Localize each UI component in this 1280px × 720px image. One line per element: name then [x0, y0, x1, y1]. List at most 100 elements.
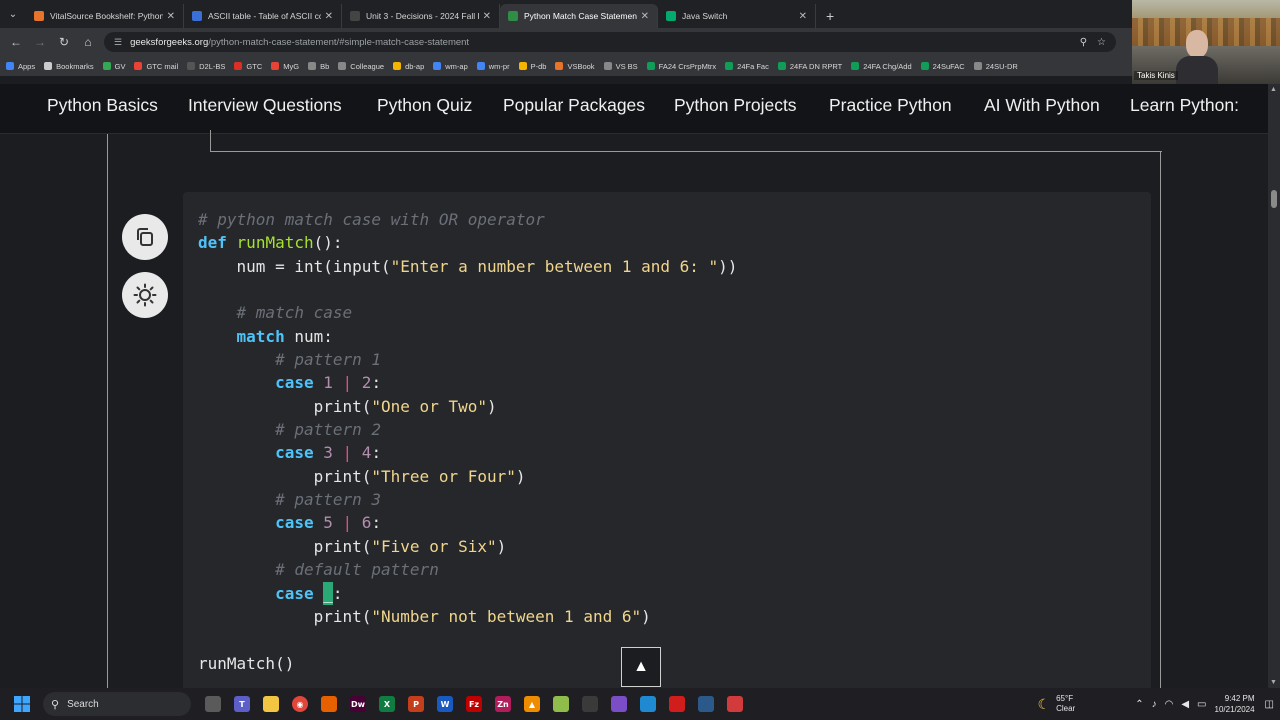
site-nav-item[interactable]: Python Projects: [674, 95, 797, 116]
new-tab-button[interactable]: +: [816, 4, 844, 28]
close-tab-icon[interactable]: ✕: [325, 11, 333, 22]
code-number: 1: [323, 373, 333, 393]
bookmark-item[interactable]: VSBook: [555, 62, 595, 71]
code-keyword: match: [236, 326, 285, 346]
bookmark-item[interactable]: wm-pr: [476, 62, 510, 71]
bookmark-item[interactable]: 24SuFAC: [920, 62, 965, 71]
chrome-taskbar-button[interactable]: ◉: [286, 690, 314, 718]
terminal-taskbar-button[interactable]: [576, 690, 604, 718]
notepad-plus-taskbar-button[interactable]: [547, 690, 575, 718]
clock[interactable]: 9:42 PM 10/21/2024: [1215, 693, 1255, 715]
chevron-up-icon[interactable]: ⌃: [1135, 699, 1143, 710]
vlc-taskbar-button[interactable]: ▲: [518, 690, 546, 718]
bookmark-item[interactable]: 24SU-DR: [973, 61, 1018, 71]
firefox-taskbar-button[interactable]: [315, 690, 343, 718]
taskbar-search[interactable]: ⚲ Search: [43, 692, 191, 716]
scroll-down-icon[interactable]: ▼: [1270, 679, 1277, 686]
site-nav-item[interactable]: Practice Python: [829, 95, 952, 116]
site-nav-item[interactable]: Learn Python:: [1130, 95, 1239, 116]
forward-icon[interactable]: →: [28, 30, 52, 54]
site-nav: Python Basics Interview Questions Python Q…: [0, 84, 1280, 134]
zoom-icon[interactable]: ⚲: [1080, 37, 1087, 48]
bookmarks-bar: Apps Bookmarks GV GTC mail D2L-BS GTC MyG Bb Col…: [0, 56, 1132, 76]
bookmark-item[interactable]: VS BS: [603, 62, 638, 71]
excel-taskbar-button[interactable]: X: [373, 690, 401, 718]
tab-search-icon[interactable]: ⌄: [0, 0, 26, 28]
copy-code-button[interactable]: [122, 214, 168, 260]
scrollbar-thumb[interactable]: [1271, 190, 1277, 208]
zoom-taskbar-button[interactable]: Zn: [489, 690, 517, 718]
url-text[interactable]: geeksforgeeks.org/python-match-case-stat…: [130, 37, 1070, 48]
dreamweaver-taskbar-button[interactable]: Dw: [344, 690, 372, 718]
bookmark-item[interactable]: wm-ap: [433, 62, 468, 71]
scroll-up-icon[interactable]: ▲: [1270, 86, 1277, 93]
theme-toggle-button[interactable]: [122, 272, 168, 318]
microphone-icon[interactable]: ♪: [1152, 699, 1157, 710]
site-nav-item[interactable]: Python Basics: [47, 95, 158, 116]
browser-tab[interactable]: ASCII table - Table of ASCII cod ✕: [184, 4, 342, 28]
snipping-tool-taskbar-button[interactable]: [692, 690, 720, 718]
browser-tab[interactable]: Java Switch ✕: [658, 4, 816, 28]
site-nav-item[interactable]: Python Quiz: [377, 95, 472, 116]
teams-taskbar-button[interactable]: T: [228, 690, 256, 718]
bookmark-item[interactable]: db-ap: [393, 62, 424, 71]
bookmark-favicon-icon: [920, 62, 929, 70]
site-nav-item[interactable]: AI With Python: [984, 95, 1100, 116]
volume-icon[interactable]: ◀: [1181, 699, 1189, 710]
code-text: print(: [313, 396, 372, 416]
close-tab-icon[interactable]: ✕: [641, 11, 649, 22]
weather-widget[interactable]: ☾ 65°F Clear: [1038, 694, 1076, 714]
notifications-icon[interactable]: ◫: [1265, 699, 1274, 710]
browser-tab[interactable]: VitalSource Bookshelf: Python f ✕: [26, 4, 184, 28]
code-text: print(: [313, 606, 372, 626]
close-tab-icon[interactable]: ✕: [167, 11, 175, 22]
address-bar[interactable]: ☰ geeksforgeeks.org/python-match-case-st…: [104, 32, 1116, 52]
vscode-taskbar-button[interactable]: [634, 690, 662, 718]
close-tab-icon[interactable]: ✕: [483, 11, 491, 22]
back-icon[interactable]: ←: [4, 30, 28, 54]
site-nav-item[interactable]: Popular Packages: [503, 95, 645, 116]
start-button[interactable]: [8, 690, 36, 718]
page-scrollbar[interactable]: ▲ ▼: [1268, 84, 1280, 688]
bookmark-star-icon[interactable]: ☆: [1097, 37, 1106, 48]
code-function-name: runMatch: [236, 233, 314, 253]
file-explorer-taskbar-button[interactable]: [257, 690, 285, 718]
system-tray: ☾ 65°F Clear ⌃ ♪ ◠ ◀ ▭ 9:42 PM 10/21/2024…: [1038, 688, 1280, 720]
bookmark-item[interactable]: 24FA DN RPRT: [777, 62, 842, 71]
bookmark-item[interactable]: GTC: [234, 62, 262, 71]
text-cursor-wildcard[interactable]: _: [323, 581, 333, 605]
site-info-icon[interactable]: ☰: [114, 37, 122, 48]
task-view-taskbar-button[interactable]: [199, 690, 227, 718]
powerpoint-taskbar-button[interactable]: P: [402, 690, 430, 718]
misc-app-taskbar-button[interactable]: [721, 690, 749, 718]
visual-studio-taskbar-button[interactable]: [605, 690, 633, 718]
word-icon: W: [437, 696, 453, 712]
reload-icon[interactable]: ↻: [52, 30, 76, 54]
code-operator: |: [342, 513, 353, 533]
battery-icon[interactable]: ▭: [1197, 699, 1206, 710]
wifi-icon[interactable]: ◠: [1165, 699, 1174, 710]
bookmark-item[interactable]: GTC mail: [134, 62, 178, 71]
teams-icon: T: [234, 696, 250, 712]
word-taskbar-button[interactable]: W: [431, 690, 459, 718]
bookmark-item[interactable]: D2L-BS: [187, 62, 225, 71]
code-keyword: case: [275, 513, 314, 533]
bookmark-item[interactable]: Colleague: [338, 62, 384, 71]
bookmark-item[interactable]: Bb: [308, 62, 329, 71]
browser-tab[interactable]: Unit 3 - Decisions - 2024 Fall P ✕: [342, 4, 500, 28]
browser-tab[interactable]: Python Match Case Statement ✕: [500, 4, 658, 28]
site-nav-item[interactable]: Interview Questions: [188, 95, 342, 116]
bookmark-item[interactable]: FA24 CrsPrpMtrx: [646, 62, 716, 71]
acrobat-taskbar-button[interactable]: [663, 690, 691, 718]
bookmark-label: 24SU-DR: [985, 61, 1018, 71]
bookmark-item[interactable]: 24Fa Fac: [725, 62, 769, 71]
home-icon[interactable]: ⌂: [76, 30, 100, 54]
bookmark-item[interactable]: Apps: [6, 62, 35, 71]
bookmark-item[interactable]: Bookmarks: [44, 62, 94, 71]
bookmark-item[interactable]: MyG: [271, 62, 299, 71]
close-tab-icon[interactable]: ✕: [799, 11, 807, 22]
filezilla-taskbar-button[interactable]: Fz: [460, 690, 488, 718]
bookmark-item[interactable]: GV: [102, 62, 125, 71]
bookmark-item[interactable]: 24FA Chg/Add: [851, 62, 912, 71]
bookmark-item[interactable]: P-db: [518, 62, 546, 71]
